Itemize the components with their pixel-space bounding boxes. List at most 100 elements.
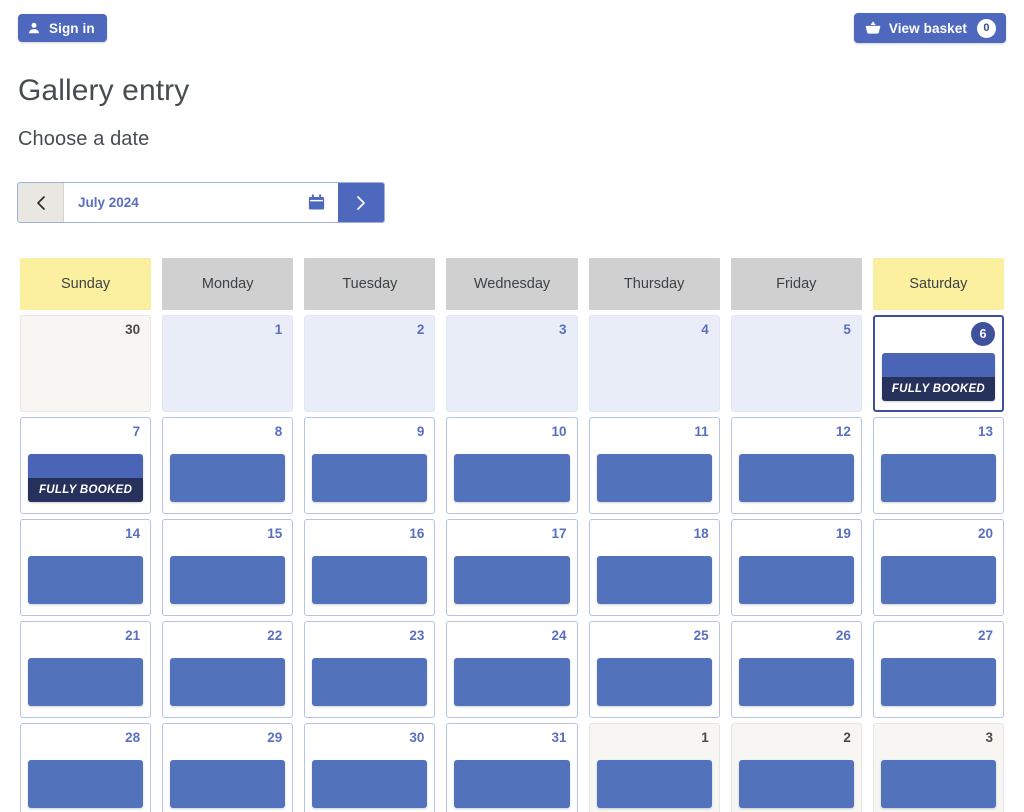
slot-available[interactable] [596, 556, 712, 604]
calendar-day-cell[interactable]: 31 [446, 723, 578, 812]
slot-available[interactable] [596, 760, 712, 808]
calendar-day-cell[interactable]: 28 [20, 723, 152, 812]
day-number: 3 [985, 730, 993, 745]
user-icon [27, 21, 41, 35]
slot-available[interactable] [454, 658, 570, 706]
calendar-day-cell[interactable]: 2 [730, 723, 862, 812]
day-number: 10 [551, 424, 567, 439]
calendar-day-cell[interactable]: 24 [446, 621, 578, 718]
day-number: 18 [693, 526, 709, 541]
calendar-day-cell[interactable]: 18 [588, 519, 720, 616]
calendar-day-cell[interactable]: 30 [304, 723, 436, 812]
slot-available[interactable] [28, 760, 144, 808]
calendar-day-cell[interactable]: 25 [588, 621, 720, 718]
calendar-day-cell[interactable]: 22 [162, 621, 294, 718]
day-number: 4 [701, 322, 709, 337]
day-number: 2 [416, 322, 425, 337]
calendar-day-cell[interactable]: 1 [588, 723, 720, 812]
slot-available[interactable] [596, 454, 712, 502]
day-number: 3 [559, 322, 567, 337]
slot-available[interactable] [454, 556, 570, 604]
calendar-day-cell[interactable]: 19 [730, 519, 862, 616]
day-number: 20 [977, 526, 993, 541]
slot-available[interactable] [28, 556, 144, 604]
slot-available[interactable] [880, 760, 996, 808]
day-number: 7 [132, 424, 141, 439]
slot-available[interactable] [880, 658, 996, 706]
calendar-day-cell[interactable]: 29 [162, 723, 294, 812]
calendar-day-cell[interactable]: 14 [20, 519, 152, 616]
calendar-day-cell[interactable]: 9 [304, 417, 436, 514]
slot-available[interactable] [738, 454, 854, 502]
calendar-dayname-saturday: Saturday [872, 258, 1004, 310]
slot-available[interactable] [170, 556, 286, 604]
slot-available[interactable] [312, 760, 428, 808]
calendar-week-row: 7 FULLY BOOKED 8 9 10 11 12 13 [20, 417, 1004, 514]
calendar-dayname-thursday: Thursday [588, 258, 720, 310]
day-number: 16 [409, 526, 425, 541]
slot-available[interactable] [596, 658, 712, 706]
fully-booked-label: FULLY BOOKED [881, 377, 995, 401]
calendar-day-cell[interactable]: 23 [304, 621, 436, 718]
calendar-grid: Sunday Monday Tuesday Wednesday Thursday Frid… [20, 258, 1004, 812]
day-number: 27 [977, 628, 993, 643]
day-number: 17 [551, 526, 567, 541]
calendar-dayname-tuesday: Tuesday [304, 258, 436, 310]
calendar-day-cell[interactable]: 27 [872, 621, 1004, 718]
calendar-day-cell[interactable]: 15 [162, 519, 294, 616]
slot-available[interactable] [312, 556, 428, 604]
chevron-left-icon [33, 194, 49, 212]
chevron-right-icon [353, 194, 369, 212]
calendar-day-cell[interactable]: 6 FULLY BOOKED [872, 315, 1004, 412]
day-number: 21 [125, 628, 141, 643]
calendar-day-cell[interactable]: 26 [730, 621, 862, 718]
view-basket-label: View basket [888, 20, 967, 36]
sign-in-button[interactable]: Sign in [18, 14, 107, 42]
calendar-day-cell[interactable]: 8 [162, 417, 294, 514]
day-number: 29 [267, 730, 283, 745]
slot-available[interactable] [454, 760, 570, 808]
slot-available[interactable] [454, 454, 570, 502]
slot-fully-booked[interactable]: FULLY BOOKED [28, 454, 144, 502]
slot-fully-booked[interactable]: FULLY BOOKED [881, 353, 995, 401]
calendar-day-cell[interactable]: 12 [730, 417, 862, 514]
slot-available[interactable] [170, 454, 286, 502]
calendar-day-cell[interactable]: 21 [20, 621, 152, 718]
slot-available[interactable] [738, 760, 854, 808]
day-number: 24 [551, 628, 567, 643]
day-number: 22 [267, 628, 283, 643]
calendar-day-cell[interactable]: 7 FULLY BOOKED [20, 417, 152, 514]
calendar-day-cell: 2 [304, 315, 436, 412]
calendar-day-cell[interactable]: 20 [872, 519, 1004, 616]
calendar-week-row: 14 15 16 17 18 19 20 [20, 519, 1004, 616]
day-number: 30 [409, 730, 425, 745]
slot-available[interactable] [170, 760, 286, 808]
prev-month-button[interactable] [18, 183, 64, 222]
view-basket-button[interactable]: View basket 0 [853, 13, 1006, 43]
calendar-day-cell[interactable]: 13 [872, 417, 1004, 514]
slot-available[interactable] [880, 454, 996, 502]
day-number: 12 [835, 424, 851, 439]
calendar-day-cell[interactable]: 17 [446, 519, 578, 616]
slot-available[interactable] [28, 658, 144, 706]
slot-available[interactable] [312, 658, 428, 706]
slot-available[interactable] [170, 658, 286, 706]
calendar-icon[interactable] [307, 193, 326, 212]
slot-available[interactable] [880, 556, 996, 604]
calendar-day-cell[interactable]: 10 [446, 417, 578, 514]
slot-available[interactable] [312, 454, 428, 502]
calendar-header-row: Sunday Monday Tuesday Wednesday Thursday Frid… [20, 258, 1004, 310]
calendar-day-cell[interactable]: 16 [304, 519, 436, 616]
basket-icon [865, 21, 881, 35]
slot-available[interactable] [738, 556, 854, 604]
next-month-button[interactable] [338, 183, 384, 222]
calendar-day-cell[interactable]: 11 [588, 417, 720, 514]
page-subtitle: Choose a date [18, 128, 150, 150]
month-input[interactable]: July 2024 [64, 183, 338, 222]
calendar-day-cell[interactable]: 3 [872, 723, 1004, 812]
day-number: 28 [125, 730, 141, 745]
slot-available[interactable] [738, 658, 854, 706]
month-navigator: July 2024 [17, 182, 385, 223]
today-badge: 6 [970, 322, 995, 346]
booking-page: Sign in View basket 0 Gallery entry Choo… [0, 0, 1024, 812]
